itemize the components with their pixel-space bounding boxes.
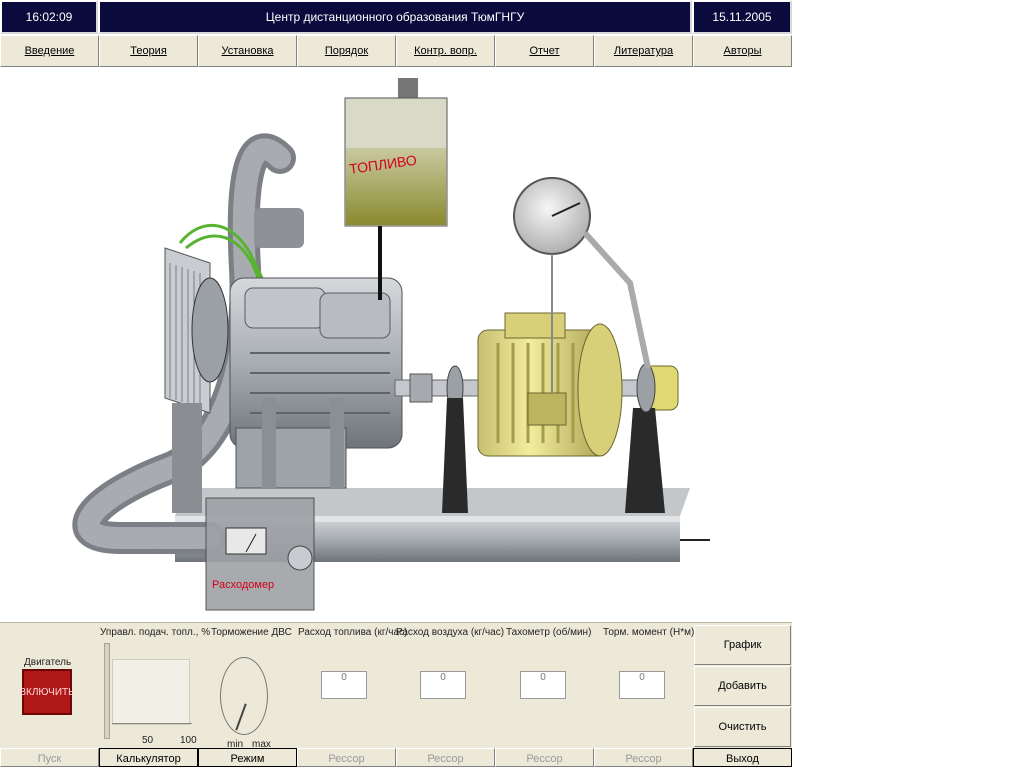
engine-start-label: ВКЛЮЧИТЬ (19, 686, 75, 698)
engine-start-button[interactable]: ВКЛЮЧИТЬ (19, 669, 75, 715)
graph-button[interactable]: График (694, 625, 791, 665)
flowmeter-label: Расходомер (212, 579, 274, 591)
tacho-field[interactable]: 0 (520, 671, 566, 699)
menu-item-theory[interactable]: Теория (99, 35, 198, 67)
start-button[interactable]: Пуск (0, 748, 99, 767)
fuel-scale (112, 723, 192, 730)
menu-item-setup[interactable]: Установка (198, 35, 297, 67)
control-panel: Двигатель ВКЛЮЧИТЬ Управл. подач. топл.,… (0, 622, 792, 750)
title-bar: 16:02:09 Центр дистанционного образовани… (0, 0, 792, 34)
fuel-rate-field[interactable]: 0 (321, 671, 367, 699)
menu-item-authors[interactable]: Авторы (693, 35, 792, 67)
calculator-button[interactable]: Калькулятор (99, 748, 198, 767)
menu-bar: Введение Теория Установка Порядок Контр.… (0, 35, 792, 67)
test-bench-illustration: ТОПЛИВО Расходомер (0, 68, 792, 620)
menu-item-procedure[interactable]: Порядок (297, 35, 396, 67)
fuel-tank: ТОПЛИВО (344, 78, 448, 300)
fuel-slider-track[interactable] (104, 643, 110, 739)
engine-label: Двигатель (24, 657, 72, 668)
fuel-scale-100: 100 (180, 735, 197, 746)
mode-2-button[interactable]: Рессор (396, 748, 495, 767)
tacho-label: Тахометр (об/мин) (506, 627, 592, 638)
bottom-toolbar: Пуск Калькулятор Режим Рессор Рессор Рес… (0, 748, 792, 767)
engine (229, 277, 403, 489)
clear-button[interactable]: Очистить (694, 707, 791, 747)
mode-3-button[interactable]: Рессор (495, 748, 594, 767)
app-window: 16:02:09 Центр дистанционного образовани… (0, 0, 792, 767)
menu-item-intro[interactable]: Введение (0, 35, 99, 67)
air-rate-field[interactable]: 0 (420, 671, 466, 699)
mode-4-button[interactable]: Рессор (594, 748, 693, 767)
brake-motor (477, 312, 679, 513)
torque-label: Торм. момент (Н*м) (603, 627, 695, 638)
mode-1-button[interactable]: Рессор (297, 748, 396, 767)
mode-button[interactable]: Режим (198, 748, 297, 767)
fuel-scale-50: 50 (142, 735, 154, 746)
brake-label: Торможение ДВС (211, 627, 292, 638)
app-title: Центр дистанционного образования ТюмГНГУ (98, 0, 692, 34)
fuel-rate-label: Расход топлива (кг/час) (298, 627, 408, 638)
fuel-control-label: Управл. подач. топл., % (100, 627, 211, 638)
add-button[interactable]: Добавить (694, 666, 791, 706)
menu-item-report[interactable]: Отчет (495, 35, 594, 67)
brake-knob[interactable] (220, 657, 268, 735)
date: 15.11.2005 (692, 0, 792, 34)
torque-field[interactable]: 0 (619, 671, 665, 699)
menu-item-questions[interactable]: Контр. вопр. (396, 35, 495, 67)
exit-button[interactable]: Выход (693, 748, 792, 767)
fuel-chart-area (112, 659, 190, 725)
air-rate-label: Расход воздуха (кг/час) (396, 627, 505, 638)
clock: 16:02:09 (0, 0, 98, 34)
flow-meter: Расходомер (205, 497, 315, 611)
menu-item-literature[interactable]: Литература (594, 35, 693, 67)
